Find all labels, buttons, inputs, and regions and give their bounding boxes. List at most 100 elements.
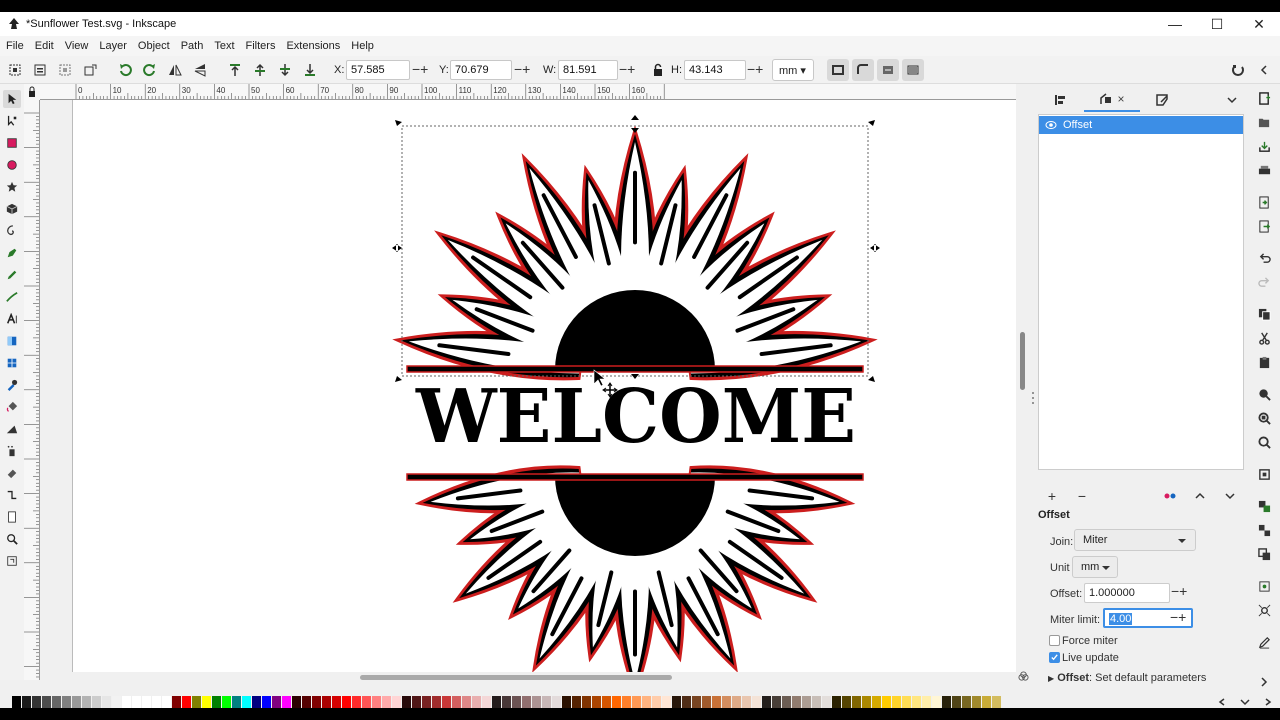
move-gradients-toggle[interactable] [877, 59, 899, 81]
palette-swatch[interactable] [752, 696, 761, 708]
import-icon[interactable] [1256, 194, 1272, 210]
palette-swatch[interactable] [132, 696, 141, 708]
move-up-chevron-icon[interactable] [1190, 486, 1210, 506]
duplicate-effect-icon[interactable] [1160, 486, 1180, 506]
palette-swatch[interactable] [502, 696, 511, 708]
lock-guides-icon[interactable] [24, 84, 40, 100]
palette-swatch[interactable] [662, 696, 671, 708]
palette-swatch[interactable] [432, 696, 441, 708]
palette-swatch[interactable] [272, 696, 281, 708]
palette-swatch[interactable] [842, 696, 851, 708]
palette-swatch[interactable] [102, 696, 111, 708]
menu-view[interactable]: View [59, 40, 94, 52]
palette-swatch[interactable] [582, 696, 591, 708]
palette-swatch[interactable] [862, 696, 871, 708]
palette-swatch[interactable] [742, 696, 751, 708]
commands-overflow-icon[interactable] [1256, 674, 1272, 690]
node-tool-icon[interactable] [3, 112, 21, 130]
calligraphy-tool-icon[interactable] [3, 288, 21, 306]
palette-swatch[interactable] [572, 696, 581, 708]
palette-swatch[interactable] [382, 696, 391, 708]
palette-scroll-left-icon[interactable] [1217, 698, 1227, 706]
palette-swatch[interactable] [402, 696, 411, 708]
unit-dropdown[interactable]: mm ▾ [772, 59, 814, 81]
menu-layer[interactable]: Layer [93, 40, 132, 52]
h-field[interactable]: 43.143 [684, 60, 746, 80]
palette-swatch[interactable] [32, 696, 41, 708]
tab-fill-stroke[interactable] [1142, 88, 1182, 112]
minimize-button[interactable]: — [1154, 12, 1196, 36]
move-patterns-toggle[interactable] [902, 59, 924, 81]
edit-preferences-icon[interactable] [1256, 634, 1272, 650]
horizontal-scrollbar[interactable] [40, 672, 1016, 682]
palette-swatch[interactable] [982, 696, 991, 708]
h-stepper[interactable]: −+ [747, 60, 763, 80]
live-update-checkbox[interactable] [1049, 652, 1060, 663]
move-down-chevron-icon[interactable] [1220, 486, 1240, 506]
lower-to-bottom-icon[interactable] [300, 60, 320, 80]
palette-swatch[interactable] [942, 696, 951, 708]
palette-swatch[interactable] [682, 696, 691, 708]
palette-swatch[interactable] [12, 696, 21, 708]
palette-swatch[interactable] [852, 696, 861, 708]
palette-swatch[interactable] [912, 696, 921, 708]
visibility-eye-icon[interactable] [1045, 119, 1057, 131]
palette-swatch[interactable] [772, 696, 781, 708]
palette-swatch[interactable] [922, 696, 931, 708]
palette-swatch[interactable] [42, 696, 51, 708]
palette-swatch[interactable] [322, 696, 331, 708]
palette-swatch[interactable] [332, 696, 341, 708]
vertical-ruler[interactable] [24, 100, 40, 680]
palette-swatch[interactable] [352, 696, 361, 708]
palette-swatch[interactable] [672, 696, 681, 708]
x-field[interactable]: 57.585 [346, 60, 410, 80]
new-document-icon[interactable] [1256, 90, 1272, 106]
vertical-scroll-thumb[interactable] [1020, 332, 1025, 390]
redo-icon[interactable] [1256, 274, 1272, 290]
raise-to-top-icon[interactable] [225, 60, 245, 80]
join-dropdown[interactable]: Miter [1074, 529, 1196, 551]
palette-swatch[interactable] [292, 696, 301, 708]
objects-panel-icon[interactable] [1256, 578, 1272, 594]
dropper-tool-icon[interactable] [3, 376, 21, 394]
palette-swatch[interactable] [412, 696, 421, 708]
palette-swatch[interactable] [472, 696, 481, 708]
x-stepper[interactable]: −+ [412, 60, 428, 80]
zoom-drawing-icon[interactable] [1256, 410, 1272, 426]
connector-tool-icon[interactable] [3, 486, 21, 504]
force-miter-checkbox[interactable] [1049, 635, 1060, 646]
select-all-icon[interactable] [5, 60, 25, 80]
palette-swatch[interactable] [22, 696, 31, 708]
scale-corners-toggle[interactable] [852, 59, 874, 81]
cut-icon[interactable] [1256, 330, 1272, 346]
palette-swatch[interactable] [232, 696, 241, 708]
paint-bucket-tool-icon[interactable] [3, 398, 21, 416]
raise-icon[interactable] [250, 60, 270, 80]
scale-stroke-toggle[interactable] [827, 59, 849, 81]
paste-icon[interactable] [1256, 354, 1272, 370]
palette-swatch[interactable] [282, 696, 291, 708]
offset-field[interactable]: 1.000000 [1084, 583, 1170, 603]
handle-top-middle[interactable] [631, 115, 639, 133]
menu-filters[interactable]: Filters [240, 40, 281, 52]
top-sunflower[interactable] [392, 125, 878, 381]
palette-swatch[interactable] [82, 696, 91, 708]
palette-swatch[interactable] [482, 696, 491, 708]
copy-icon[interactable] [1256, 306, 1272, 322]
palette-swatch[interactable] [962, 696, 971, 708]
handle-top-left[interactable] [395, 120, 402, 126]
defaults-expander[interactable]: ▶ Offset: Set default parameters [1048, 672, 1206, 684]
star-tool-icon[interactable] [3, 178, 21, 196]
zoom-tool-icon[interactable] [3, 530, 21, 548]
menu-extensions[interactable]: Extensions [280, 40, 345, 52]
lock-icon[interactable] [648, 60, 668, 80]
save-icon[interactable] [1256, 138, 1272, 154]
palette-swatch[interactable] [392, 696, 401, 708]
palette-swatch[interactable] [692, 696, 701, 708]
palette-swatch[interactable] [552, 696, 561, 708]
pages-tool-icon[interactable] [3, 508, 21, 526]
rotate-cw-icon[interactable] [140, 60, 160, 80]
palette-swatch[interactable] [182, 696, 191, 708]
menu-file[interactable]: File [0, 40, 29, 52]
palette-swatch[interactable] [122, 696, 131, 708]
